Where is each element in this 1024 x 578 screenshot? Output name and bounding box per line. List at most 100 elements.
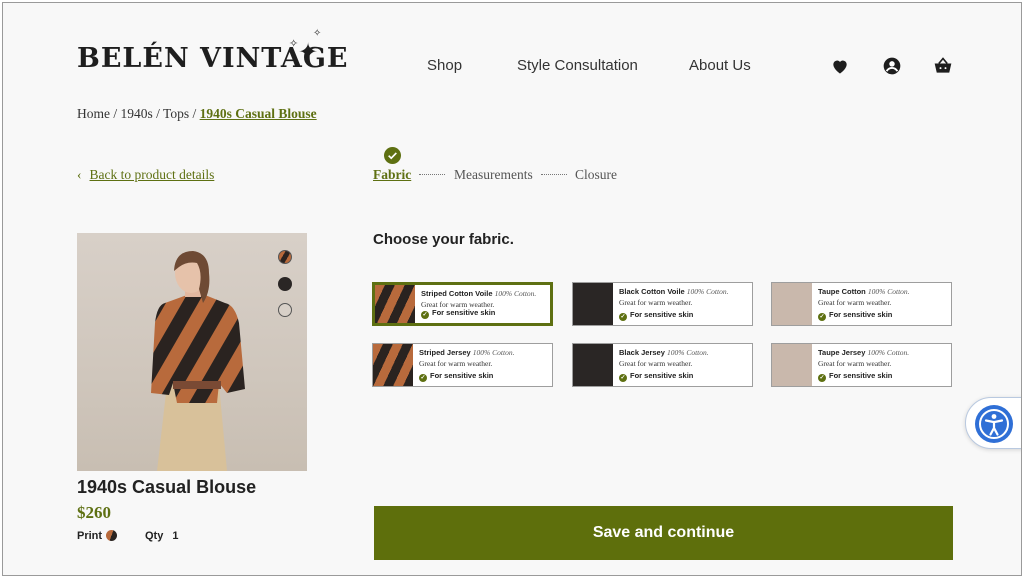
save-and-continue-button[interactable]: Save and continue — [374, 506, 953, 560]
fabric-tag: ✓ For sensitive skin — [419, 371, 493, 382]
fabric-composition: 100% Cotton. — [666, 348, 709, 357]
fabric-tag-label: For sensitive skin — [829, 371, 893, 380]
fabric-swatch — [772, 344, 812, 386]
fabric-card[interactable]: Black Cotton Voile 100% Cotton. Great for… — [572, 282, 753, 326]
fabric-swatch — [573, 344, 613, 386]
fabric-name-line: Black Cotton Voile 100% Cotton. — [619, 287, 750, 296]
fabric-name: Black Cotton Voile — [619, 287, 685, 296]
fabric-card[interactable]: Taupe Jersey 100% Cotton. Great for warm … — [771, 343, 952, 387]
fabric-tag-label: For sensitive skin — [430, 371, 494, 380]
fabric-composition: 100% Cotton. — [494, 289, 537, 298]
fabric-name-line: Taupe Cotton 100% Cotton. — [818, 287, 949, 296]
section-title: Choose your fabric. — [373, 231, 514, 248]
fabric-name: Taupe Jersey — [818, 348, 866, 357]
sparkle-tiny-icon: ✧ — [313, 28, 322, 39]
fabric-tag: ✓ For sensitive skin — [818, 310, 892, 321]
fabric-name-line: Taupe Jersey 100% Cotton. — [818, 348, 949, 357]
fabric-name: Black Jersey — [619, 348, 665, 357]
check-icon: ✓ — [421, 311, 429, 319]
fabric-text: Taupe Cotton 100% Cotton. Great for warm … — [818, 287, 949, 307]
fabric-card[interactable]: Black Jersey 100% Cotton. Great for warm … — [572, 343, 753, 387]
fabric-text: Black Jersey 100% Cotton. Great for warm … — [619, 348, 750, 368]
breadcrumb-home[interactable]: Home — [77, 106, 110, 121]
fabric-tag-label: For sensitive skin — [630, 310, 694, 319]
fabric-card[interactable]: Taupe Cotton 100% Cotton. Great for warm … — [771, 282, 952, 326]
fabric-description: Great for warm weather. — [419, 359, 493, 368]
step-fabric[interactable]: Fabric — [373, 167, 411, 183]
back-to-product-link[interactable]: ‹ Back to product details — [77, 167, 214, 183]
back-link-label: Back to product details — [89, 167, 215, 182]
check-icon: ✓ — [619, 313, 627, 321]
fabric-tag: ✓ For sensitive skin — [421, 308, 495, 319]
quantity-info: Qty 1 — [145, 530, 179, 542]
fabric-text: Striped Cotton Voile 100% Cotton. Great f… — [421, 289, 548, 309]
product-image — [77, 233, 307, 471]
fabric-composition: 100% Cotton. — [867, 287, 910, 296]
fabric-tag-label: For sensitive skin — [432, 308, 496, 317]
print-swatch-striped[interactable] — [278, 250, 292, 264]
nav-style-consultation[interactable]: Style Consultation — [517, 57, 638, 74]
fabric-name: Striped Cotton Voile — [421, 289, 493, 298]
fabric-tag-label: For sensitive skin — [829, 310, 893, 319]
fabric-text: Black Cotton Voile 100% Cotton. Great for… — [619, 287, 750, 307]
fabric-swatch — [373, 344, 413, 386]
model-illustration — [151, 251, 245, 471]
heart-icon[interactable] — [830, 56, 850, 76]
print-swatch-icon — [106, 530, 118, 541]
print-swatch-black[interactable] — [278, 277, 292, 291]
fabric-name-line: Black Jersey 100% Cotton. — [619, 348, 750, 357]
step-measurements[interactable]: Measurements — [454, 167, 533, 183]
check-circle-icon — [384, 147, 401, 164]
breadcrumb-current[interactable]: 1940s Casual Blouse — [200, 106, 317, 121]
page-frame: BELÉN VINTAGE ✧ ✧ ✦ Shop Style Consultat… — [2, 2, 1022, 576]
basket-icon[interactable] — [933, 56, 953, 76]
fabric-card[interactable]: Striped Jersey 100% Cotton. Great for war… — [372, 343, 553, 387]
sparkle-large-icon: ✦ — [298, 39, 319, 66]
sparkle-small-icon: ✧ — [289, 38, 299, 50]
fabric-composition: 100% Cotton. — [867, 348, 910, 357]
breadcrumb-separator: / — [192, 106, 200, 121]
fabric-name: Striped Jersey — [419, 348, 471, 357]
breadcrumb-separator: / — [113, 106, 121, 121]
fabric-tag: ✓ For sensitive skin — [619, 371, 693, 382]
fabric-name-line: Striped Cotton Voile 100% Cotton. — [421, 289, 548, 298]
product-title: 1940s Casual Blouse — [77, 477, 257, 497]
fabric-card[interactable]: Striped Cotton Voile 100% Cotton. Great f… — [372, 282, 553, 326]
fabric-swatch — [573, 283, 613, 325]
breadcrumb-tops[interactable]: Tops — [163, 106, 189, 121]
qty-value: 1 — [172, 530, 179, 542]
check-icon: ✓ — [419, 374, 427, 382]
accessibility-icon — [975, 405, 1013, 443]
fabric-name: Taupe Cotton — [818, 287, 866, 296]
nav-shop[interactable]: Shop — [427, 57, 462, 74]
fabric-swatch — [772, 283, 812, 325]
fabric-description: Great for warm weather. — [619, 359, 693, 368]
step-connector — [419, 174, 445, 175]
account-icon[interactable] — [882, 56, 902, 76]
check-icon: ✓ — [818, 374, 826, 382]
step-connector — [541, 174, 567, 175]
fabric-tag: ✓ For sensitive skin — [818, 371, 892, 382]
fabric-name-line: Striped Jersey 100% Cotton. — [419, 348, 550, 357]
fabric-swatch — [375, 285, 415, 323]
breadcrumb-1940s[interactable]: 1940s — [121, 106, 153, 121]
print-swatch-taupe[interactable] — [278, 303, 292, 317]
step-closure[interactable]: Closure — [575, 167, 617, 183]
check-icon: ✓ — [818, 313, 826, 321]
breadcrumb: Home / 1940s / Tops / 1940s Casual Blous… — [77, 106, 317, 122]
accessibility-widget[interactable] — [965, 397, 1021, 449]
product-price: $260 — [77, 503, 111, 522]
fabric-text: Striped Jersey 100% Cotton. Great for war… — [419, 348, 550, 368]
print-info: Print — [77, 530, 118, 542]
check-icon: ✓ — [619, 374, 627, 382]
fabric-description: Great for warm weather. — [818, 359, 892, 368]
qty-label: Qty — [145, 530, 164, 542]
fabric-tag-label: For sensitive skin — [630, 371, 694, 380]
breadcrumb-separator: / — [156, 106, 164, 121]
fabric-description: Great for warm weather. — [619, 298, 693, 307]
chevron-left-icon: ‹ — [77, 167, 82, 182]
nav-about-us[interactable]: About Us — [689, 57, 751, 74]
fabric-text: Taupe Jersey 100% Cotton. Great for warm … — [818, 348, 949, 368]
fabric-description: Great for warm weather. — [818, 298, 892, 307]
fabric-tag: ✓ For sensitive skin — [619, 310, 693, 321]
